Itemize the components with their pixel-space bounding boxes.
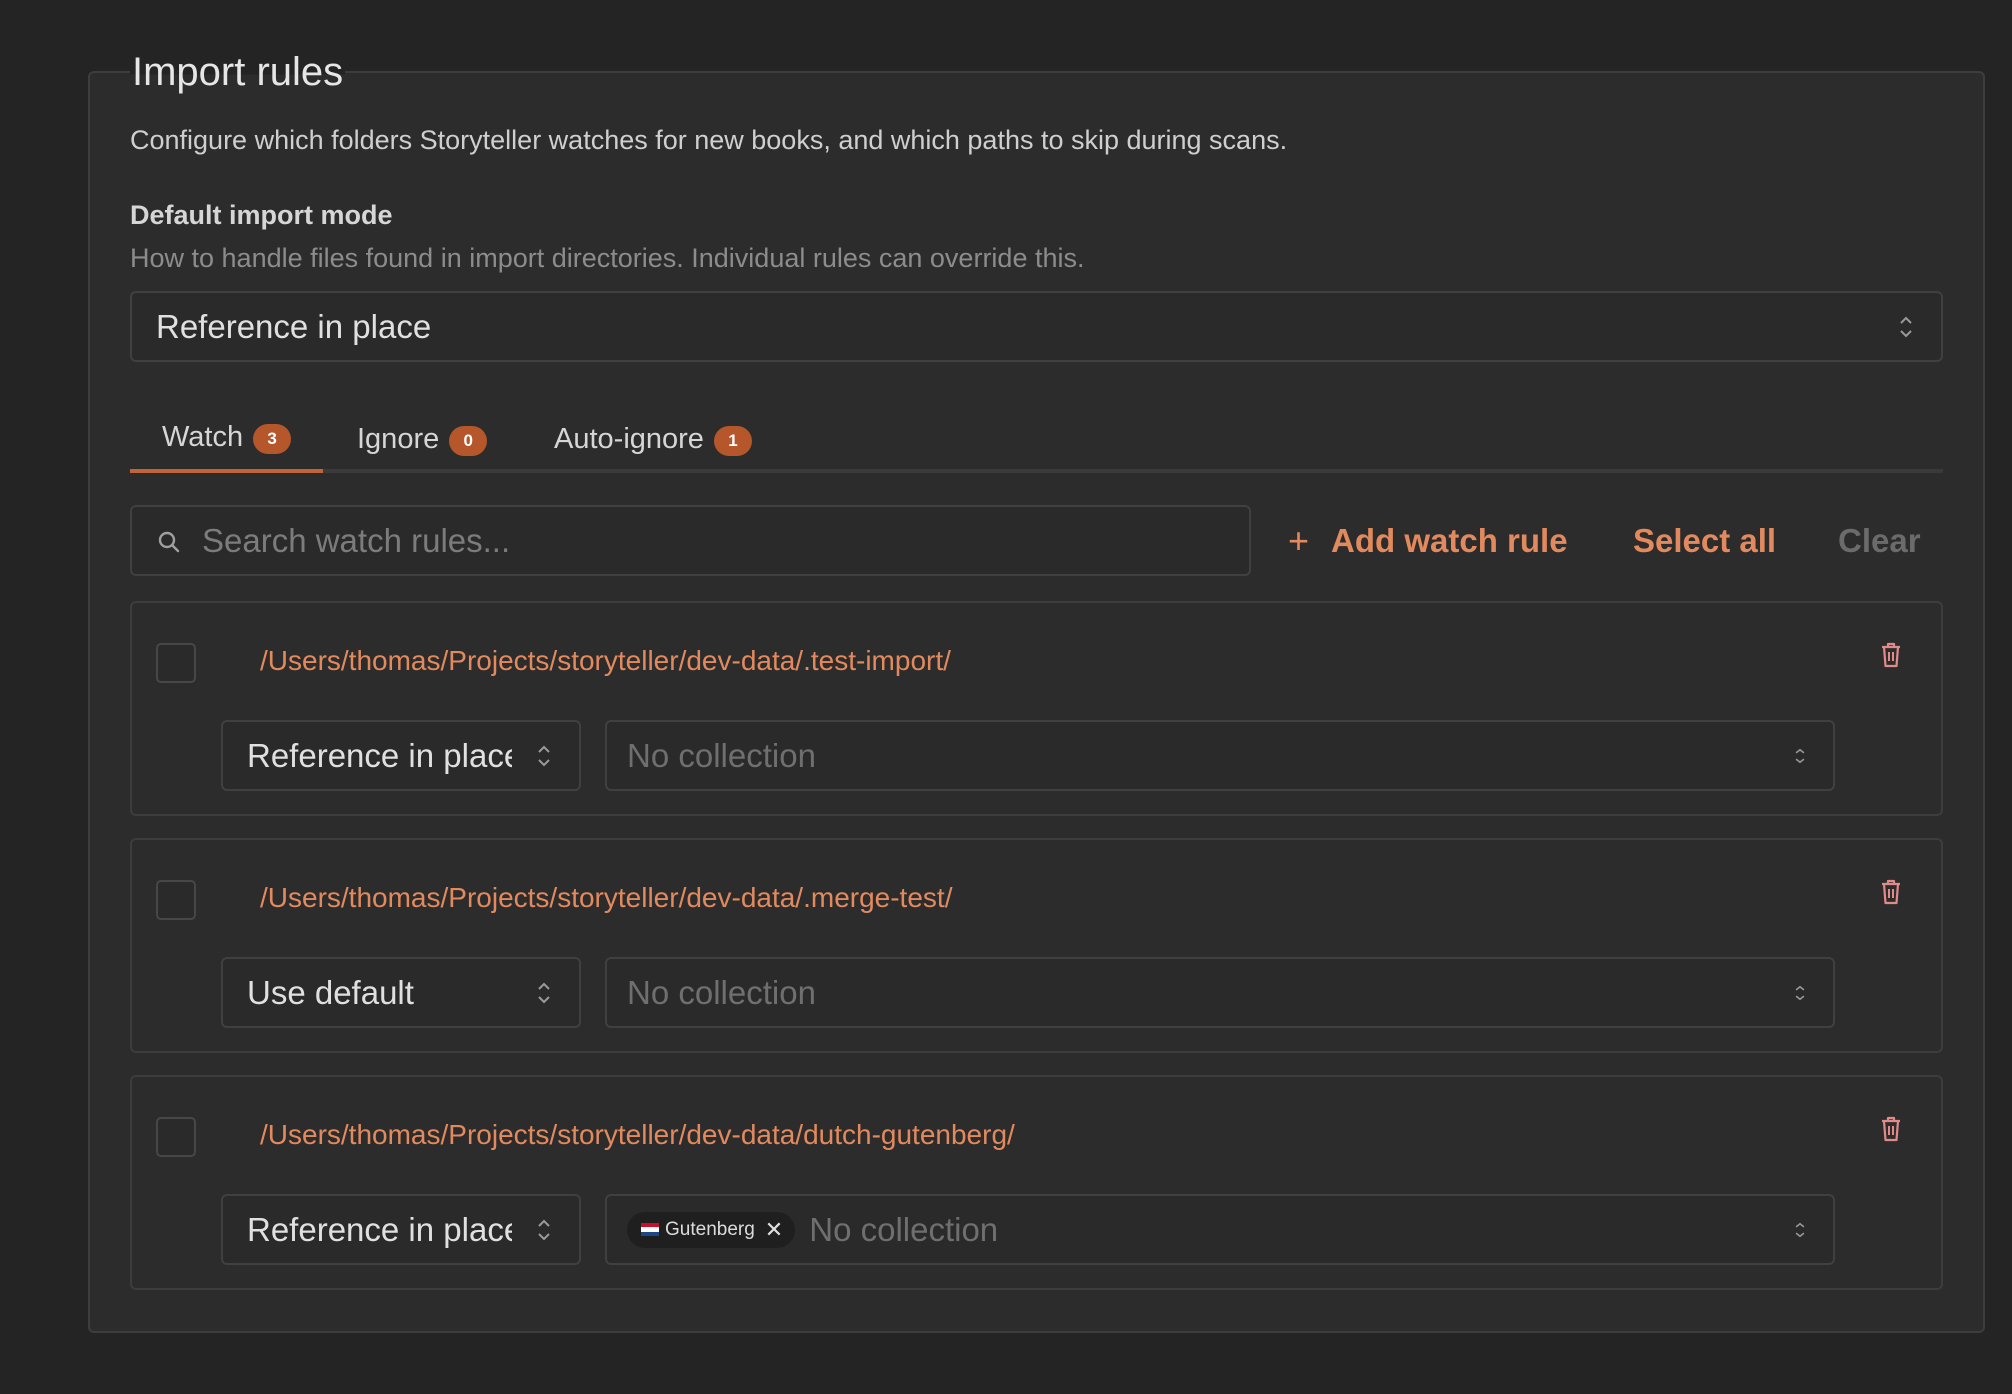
collection-placeholder: No collection xyxy=(627,736,816,774)
default-mode-value: Reference in place xyxy=(156,307,432,345)
chevron-updown-icon xyxy=(538,1219,550,1240)
rule-checkbox[interactable] xyxy=(156,880,196,920)
section-title: Import rules xyxy=(130,46,346,98)
collection-chip-label: Gutenberg xyxy=(665,1218,755,1240)
watch-rule-card: /Users/thomas/Projects/storyteller/dev-d… xyxy=(130,1075,1943,1290)
collection-placeholder: No collection xyxy=(627,973,816,1011)
tab-label: Watch xyxy=(162,420,244,453)
rule-path: /Users/thomas/Projects/storyteller/dev-d… xyxy=(260,882,953,913)
clear-button[interactable]: Clear xyxy=(1838,505,1921,576)
count-badge: 1 xyxy=(713,426,752,456)
search-icon xyxy=(158,531,180,553)
tab-ignore[interactable]: Ignore 0 xyxy=(325,405,519,473)
count-badge: 0 xyxy=(449,426,488,456)
rule-mode-value: Reference in place xyxy=(247,1210,512,1248)
chevron-updown-icon xyxy=(1900,316,1912,337)
rule-mode-select[interactable]: Reference in place xyxy=(221,1194,581,1265)
rule-collection-select[interactable]: Gutenberg ✕ No collection xyxy=(605,1194,1835,1265)
rule-checkbox[interactable] xyxy=(156,643,196,683)
trash-icon[interactable] xyxy=(1879,641,1903,669)
trash-icon[interactable] xyxy=(1879,878,1903,906)
rule-path: /Users/thomas/Projects/storyteller/dev-d… xyxy=(260,1119,1015,1150)
collection-placeholder: No collection xyxy=(809,1210,999,1248)
watch-rule-card: /Users/thomas/Projects/storyteller/dev-d… xyxy=(130,601,1943,816)
section-description: Configure which folders Storyteller watc… xyxy=(130,125,1288,155)
rule-checkbox[interactable] xyxy=(156,1117,196,1157)
chevron-updown-icon xyxy=(1795,748,1805,763)
rule-tabs: Watch 3 Ignore 0 Auto-ignore 1 xyxy=(130,405,1943,473)
plus-icon: + xyxy=(1288,519,1310,561)
netherlands-flag-icon xyxy=(641,1223,659,1236)
tab-label: Ignore xyxy=(357,422,440,455)
chevron-updown-icon xyxy=(1795,985,1805,1000)
rule-mode-select[interactable]: Use default xyxy=(221,957,581,1028)
trash-icon[interactable] xyxy=(1879,1115,1903,1143)
rule-collection-select[interactable]: No collection xyxy=(605,720,1835,791)
search-input[interactable] xyxy=(202,521,1249,560)
watch-rule-card: /Users/thomas/Projects/storyteller/dev-d… xyxy=(130,838,1943,1053)
tab-watch[interactable]: Watch 3 xyxy=(130,405,324,473)
default-mode-hint: How to handle files found in import dire… xyxy=(130,243,1085,273)
default-mode-select[interactable]: Reference in place xyxy=(130,291,1943,362)
close-icon[interactable]: ✕ xyxy=(765,1217,783,1243)
tab-label: Auto-ignore xyxy=(554,422,704,455)
chevron-updown-icon xyxy=(538,745,550,766)
rule-mode-value: Reference in place xyxy=(247,736,512,774)
count-badge: 3 xyxy=(253,424,292,454)
rule-mode-value: Use default xyxy=(247,973,414,1011)
chevron-updown-icon xyxy=(538,982,550,1003)
collection-chip: Gutenberg ✕ xyxy=(627,1211,796,1248)
rule-path: /Users/thomas/Projects/storyteller/dev-d… xyxy=(260,645,951,676)
add-watch-rule-button[interactable]: + Add watch rule xyxy=(1288,505,1568,576)
chevron-updown-icon xyxy=(1795,1222,1805,1237)
search-box xyxy=(130,505,1251,576)
rule-mode-select[interactable]: Reference in place xyxy=(221,720,581,791)
select-all-button[interactable]: Select all xyxy=(1633,505,1776,576)
tab-auto-ignore[interactable]: Auto-ignore 1 xyxy=(522,405,784,473)
default-mode-label: Default import mode xyxy=(130,200,393,230)
add-watch-rule-label: Add watch rule xyxy=(1331,521,1568,559)
rule-collection-select[interactable]: No collection xyxy=(605,957,1835,1028)
